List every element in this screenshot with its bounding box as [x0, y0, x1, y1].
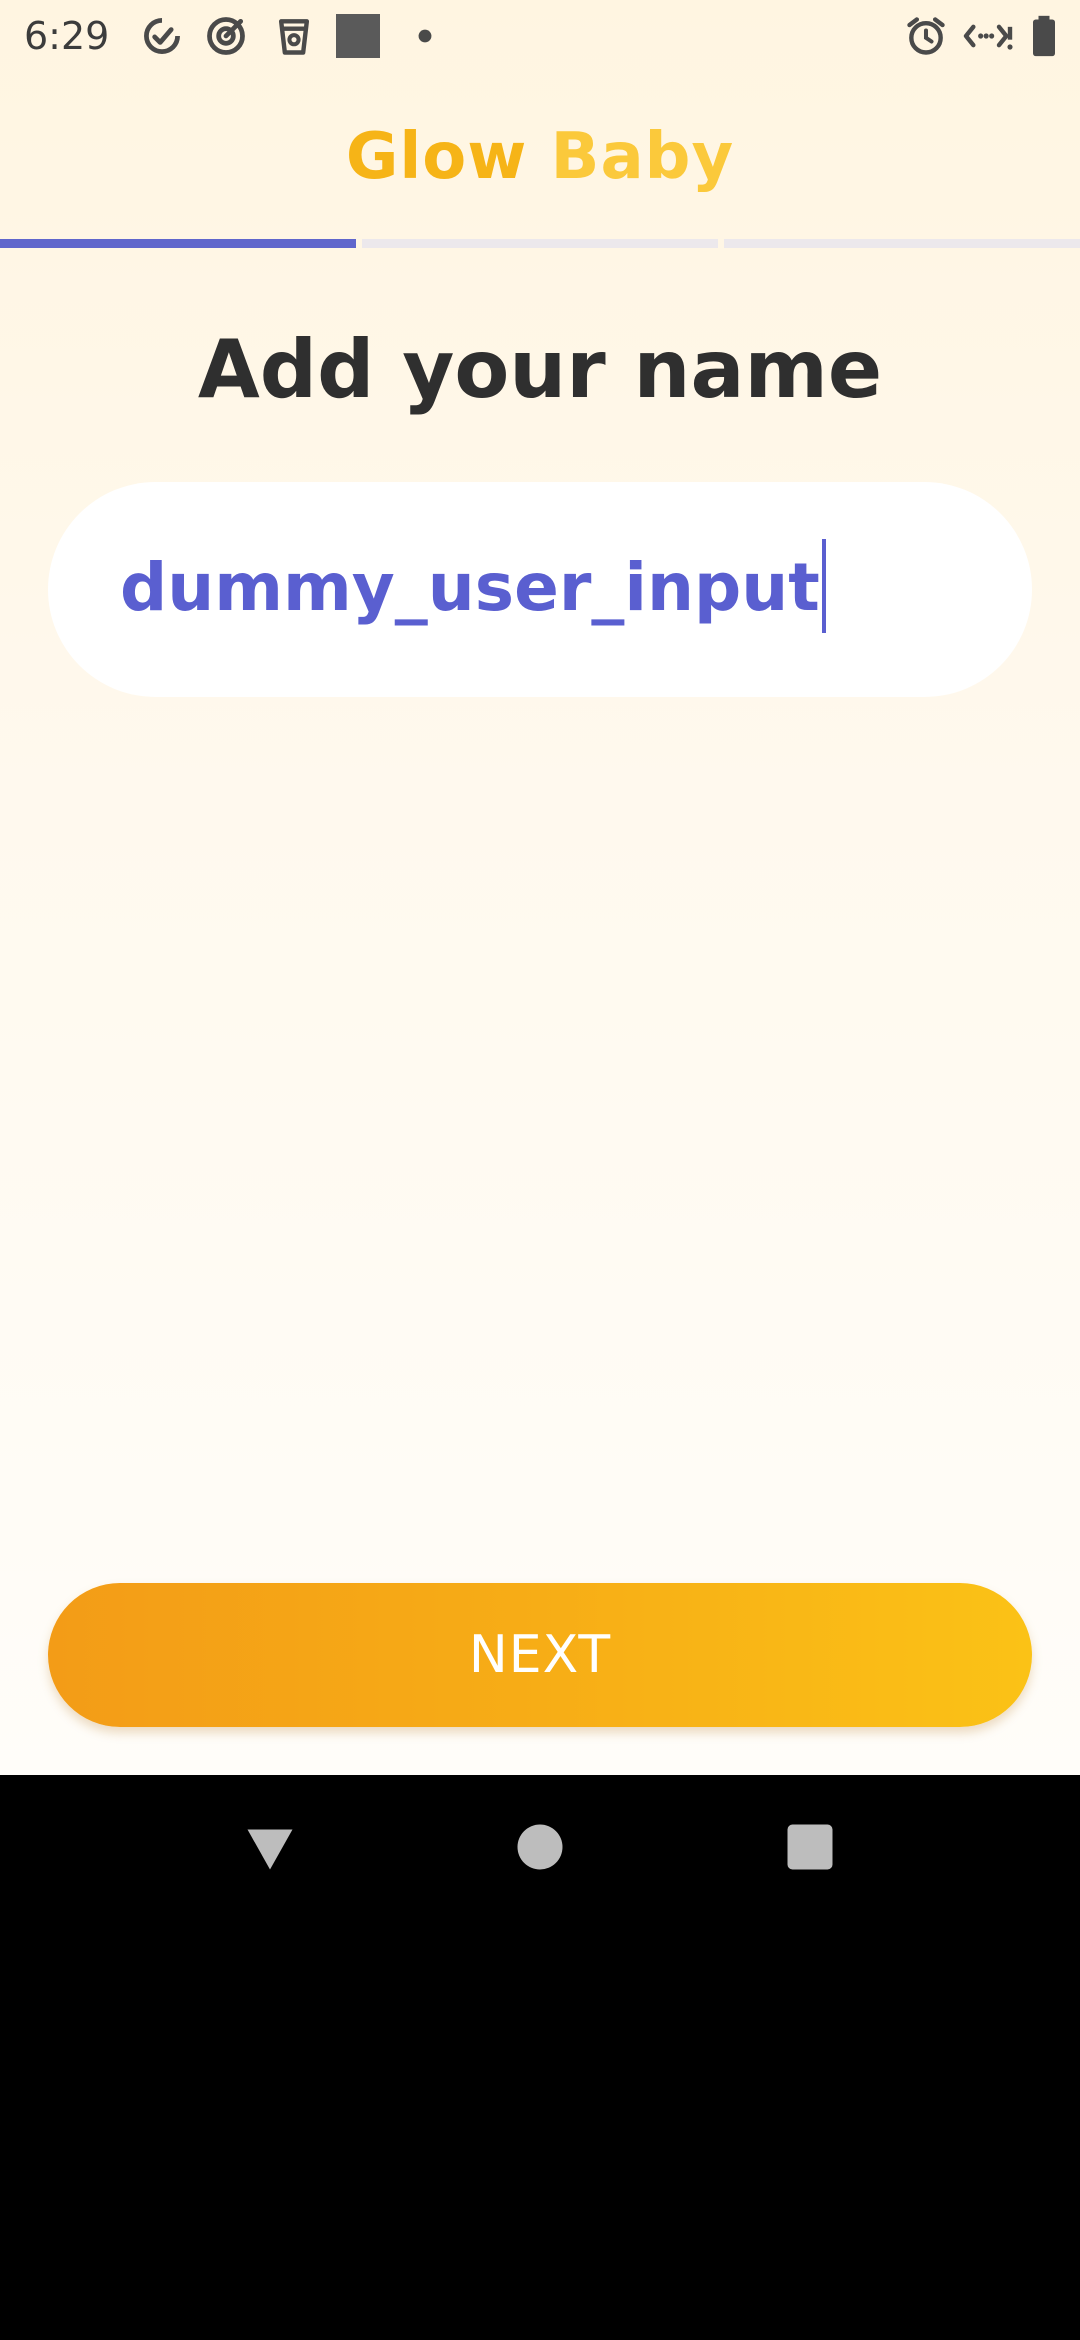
app-logo: Glow Baby	[0, 112, 1080, 202]
home-icon[interactable]	[510, 1817, 570, 1877]
back-icon[interactable]	[240, 1817, 300, 1877]
recents-icon[interactable]	[780, 1817, 840, 1877]
name-input[interactable]: dummy_user_input	[48, 482, 1032, 697]
alarm-icon	[904, 14, 948, 58]
status-bar: 6:29	[0, 0, 1080, 72]
app-screen: 6:29 Glow Baby Add your name dummy_user_…	[0, 0, 1080, 1775]
text-cursor	[821, 538, 826, 633]
progress-segment-2	[362, 239, 718, 248]
cup-icon	[272, 14, 316, 58]
name-input-value: dummy_user_input	[120, 549, 820, 626]
target-icon	[204, 14, 248, 58]
page-title: Add your name	[197, 323, 883, 416]
battery-icon	[1030, 14, 1058, 58]
data-transfer-icon	[962, 14, 1014, 58]
logo-baby-text: Baby	[550, 120, 735, 194]
next-button[interactable]: NEXT	[48, 1583, 1032, 1727]
check-circle-icon	[140, 14, 184, 58]
onboarding-progress-bar	[0, 239, 1080, 249]
system-nav-bar	[0, 1775, 1080, 1920]
status-time: 6:29	[24, 14, 110, 58]
dot-icon	[414, 14, 436, 58]
progress-segment-1	[0, 239, 356, 248]
square-icon	[334, 12, 382, 60]
name-input-value-row: dummy_user_input	[120, 538, 826, 639]
logo-glow-text: Glow	[345, 120, 528, 194]
progress-segment-3	[724, 239, 1080, 248]
